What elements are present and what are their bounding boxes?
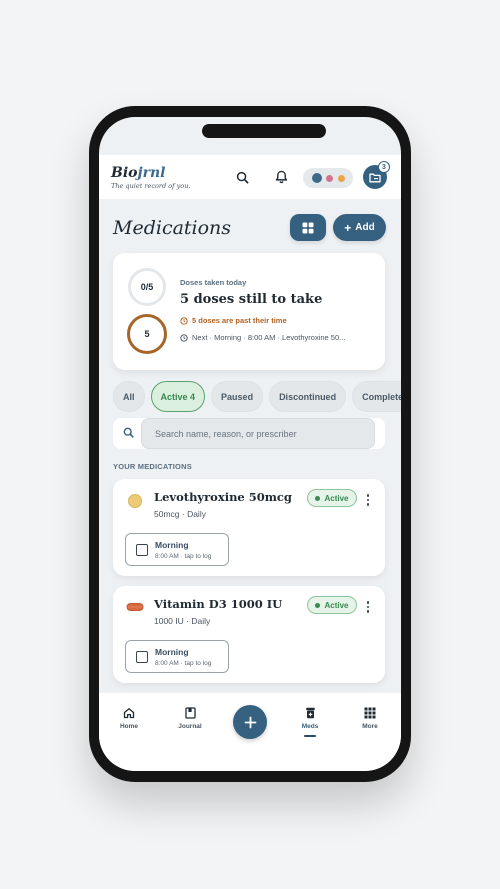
status-dot — [315, 495, 321, 501]
more-options-icon[interactable] — [362, 599, 374, 615]
status-text: Active — [324, 600, 349, 610]
nav-item-journal[interactable]: Journal — [165, 707, 215, 730]
active-nav-indicator — [304, 735, 316, 737]
plus-icon: + — [344, 220, 352, 235]
status-badge: Active — [307, 489, 357, 507]
add-button-label: Add — [355, 222, 375, 233]
folder-icon — [369, 173, 381, 182]
dose-summary-card[interactable]: 0/5 5 Doses taken today 5 doses still to… — [113, 253, 385, 370]
overdue-warning: 5 doses are past their time — [180, 316, 287, 325]
filter-chip-completed[interactable]: Completed — [352, 381, 401, 412]
home-icon — [123, 708, 135, 719]
filter-chip-paused[interactable]: Paused — [211, 381, 264, 412]
nav-label-more: More — [362, 723, 378, 730]
next-dose-text: Next · Morning · 8:00 AM · Levothyroxine… — [192, 333, 346, 342]
log-dose-button[interactable]: Morning 8:00 AM · tap to log — [125, 533, 229, 566]
nav-item-more[interactable]: More — [345, 707, 395, 730]
dose-checkbox[interactable] — [136, 651, 148, 663]
dose-time: 8:00 AM · tap to log — [155, 660, 212, 667]
notification-badge: 3 — [378, 161, 390, 173]
nav-item-meds[interactable]: Meds — [285, 707, 335, 737]
bottom-navigation: Home Journal Meds More — [99, 693, 401, 771]
status-badge: Active — [307, 596, 357, 614]
nav-label-home: Home — [119, 723, 139, 730]
quick-add-button[interactable] — [233, 705, 267, 739]
phone-frame: Biojrnl The quiet record of you. 3 Medic… — [89, 106, 411, 782]
summary-kicker: Doses taken today — [180, 278, 247, 287]
overdue-warning-text: 5 doses are past their time — [192, 316, 287, 325]
theme-dots-toggle[interactable] — [303, 168, 353, 188]
pill-bottle-icon — [305, 707, 315, 719]
theme-dot-blue — [311, 173, 322, 183]
doses-past-ring: 5 — [127, 314, 167, 354]
medication-card[interactable]: Levothyroxine 50mcg 50mcg · Daily Active… — [113, 479, 385, 576]
medication-detail: 1000 IU · Daily — [154, 616, 211, 626]
camera-notch — [202, 124, 326, 138]
medication-search-bar: Search name, reason, or prescriber — [113, 418, 385, 449]
apps-grid-icon — [364, 707, 376, 719]
nav-label-meds: Meds — [301, 723, 319, 730]
theme-dot-pink — [326, 174, 333, 182]
medication-search-input[interactable]: Search name, reason, or prescriber — [141, 418, 375, 449]
bell-icon[interactable] — [272, 168, 290, 186]
filter-chip-discontinued[interactable]: Discontinued — [269, 381, 347, 412]
journal-icon — [184, 707, 196, 719]
search-icon — [123, 427, 134, 438]
records-button[interactable]: 3 — [363, 161, 390, 189]
dose-time: 8:00 AM · tap to log — [155, 553, 212, 560]
add-medication-button[interactable]: + Add — [333, 214, 386, 241]
more-options-icon[interactable] — [362, 492, 374, 508]
nav-label-journal: Journal — [178, 723, 202, 730]
medication-card[interactable]: Vitamin D3 1000 IU 1000 IU · Daily Activ… — [113, 586, 385, 683]
top-bar: Biojrnl The quiet record of you. 3 — [99, 155, 401, 199]
theme-dot-amber — [337, 174, 345, 182]
log-dose-button[interactable]: Morning 8:00 AM · tap to log — [125, 640, 229, 673]
grid-view-button[interactable] — [290, 214, 326, 241]
grid-icon — [302, 222, 314, 233]
brand-tagline: The quiet record of you. — [111, 182, 191, 190]
status-dot — [315, 602, 321, 608]
capsule-icon — [126, 603, 144, 611]
search-icon[interactable] — [233, 168, 251, 186]
page-title: Medications — [113, 217, 232, 239]
round-pill-icon — [128, 494, 142, 508]
summary-headline: 5 doses still to take — [180, 292, 323, 307]
clock-alert-icon — [180, 316, 188, 325]
app-screen: Biojrnl The quiet record of you. 3 Medic… — [99, 117, 401, 771]
next-dose-line: Next · Morning · 8:00 AM · Levothyroxine… — [180, 333, 375, 342]
plus-icon — [244, 716, 256, 728]
doses-taken-ring: 0/5 — [128, 268, 166, 306]
brand-name-accent: jrnl — [137, 165, 166, 181]
clock-icon — [180, 333, 188, 342]
medication-name: Levothyroxine 50mcg — [154, 490, 292, 504]
status-filter-chips: All Active 4 Paused Discontinued Complet… — [113, 381, 401, 412]
filter-chip-all[interactable]: All — [113, 381, 145, 412]
brand-logo[interactable]: Biojrnl The quiet record of you. — [111, 165, 190, 190]
dose-label: Morning — [155, 647, 189, 657]
dose-checkbox[interactable] — [136, 544, 148, 556]
medication-detail: 50mcg · Daily — [154, 509, 206, 519]
nav-item-home[interactable]: Home — [104, 707, 154, 730]
status-text: Active — [324, 493, 349, 503]
brand-name: Bio — [111, 165, 138, 181]
dose-label: Morning — [155, 540, 189, 550]
section-label: YOUR MEDICATIONS — [113, 462, 192, 471]
filter-chip-active[interactable]: Active 4 — [150, 381, 206, 412]
medication-name: Vitamin D3 1000 IU — [154, 597, 283, 611]
